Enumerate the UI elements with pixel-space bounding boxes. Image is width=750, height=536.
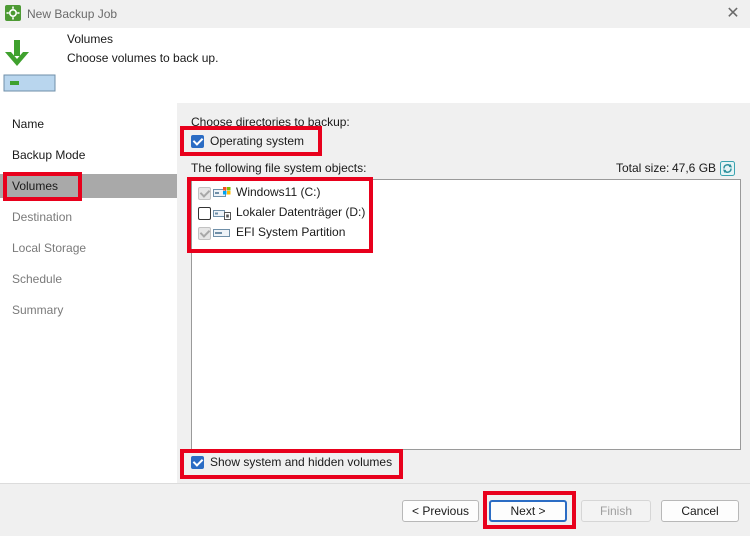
window-title: New Backup Job (27, 7, 118, 21)
sidebar-item-schedule: Schedule (12, 272, 63, 286)
page-title: Volumes (67, 32, 114, 46)
wizard-header: Volumes Choose volumes to back up. (0, 28, 750, 103)
close-icon: ✕ (726, 5, 740, 22)
partition-icon (213, 226, 231, 240)
choose-directories-label: Choose directories to backup: (191, 115, 350, 129)
volumes-panel: Choose directories to backup: Operating … (177, 103, 750, 483)
os-checkbox[interactable] (191, 135, 204, 148)
sidebar-item-local-storage: Local Storage (12, 241, 87, 255)
file-system-objects-label: The following file system objects: (191, 161, 367, 175)
app-gear-icon (5, 5, 21, 21)
backup-download-icon (3, 38, 57, 94)
close-button[interactable]: ✕ (722, 3, 744, 25)
show-hidden-label[interactable]: Show system and hidden volumes (210, 455, 392, 469)
sidebar-item-backup-mode[interactable]: Backup Mode (0, 143, 177, 167)
volumes-list[interactable]: Windows11 (C:) Lokaler Datenträger (D:) (191, 179, 741, 450)
volume-checkbox (198, 187, 211, 200)
finish-button: Finish (581, 500, 651, 522)
local-drive-icon (213, 206, 231, 220)
os-checkbox-label[interactable]: Operating system (210, 134, 304, 148)
refresh-icon[interactable] (720, 161, 735, 176)
title-bar: New Backup Job ✕ (0, 0, 750, 28)
volume-label: Lokaler Datenträger (D:) (236, 205, 366, 219)
previous-button[interactable]: < Previous (402, 500, 479, 522)
wizard-footer: < Previous Next > Finish Cancel (0, 483, 750, 536)
wizard-sidebar: Name Backup Mode Volumes Destination Loc… (0, 103, 177, 483)
next-button[interactable]: Next > (489, 500, 567, 522)
cancel-button[interactable]: Cancel (661, 500, 739, 522)
volume-checkbox (198, 227, 211, 240)
windows-drive-icon (213, 186, 231, 200)
sidebar-item-summary: Summary (12, 303, 64, 317)
total-size-label: Total size: (616, 161, 670, 175)
sidebar-item-volumes[interactable]: Volumes (0, 174, 177, 198)
volume-label: EFI System Partition (236, 225, 346, 239)
show-hidden-checkbox[interactable] (191, 456, 204, 469)
page-subtitle: Choose volumes to back up. (67, 51, 219, 65)
total-size-value: 47,6 GB (672, 161, 717, 175)
sidebar-item-destination: Destination (12, 210, 73, 224)
volume-label: Windows11 (C:) (236, 185, 321, 199)
sidebar-item-name[interactable]: Name (0, 112, 177, 136)
volume-checkbox[interactable] (198, 207, 211, 220)
